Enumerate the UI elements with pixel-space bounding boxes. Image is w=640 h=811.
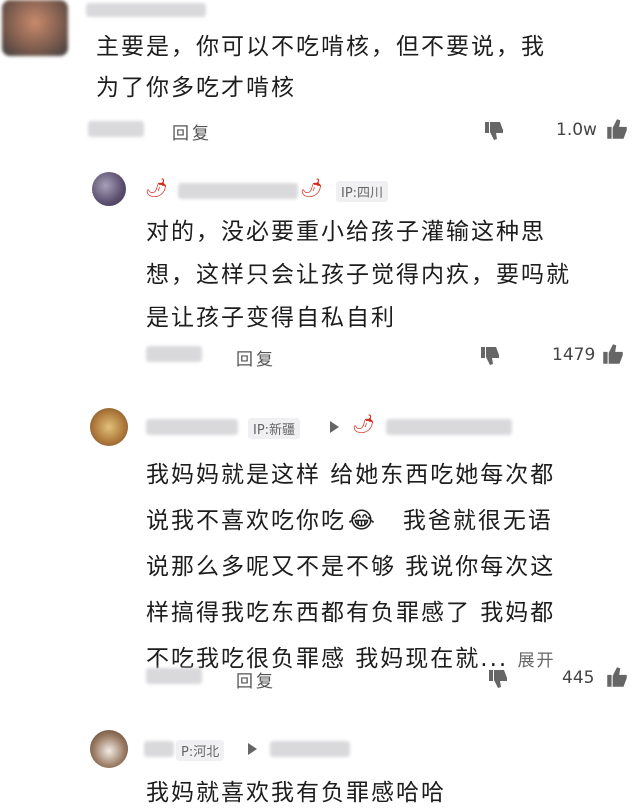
comment-segment: 我爸就很无语 xyxy=(402,508,553,534)
comment-line: 样搞得我吃东西都有负罪感了 我妈都 xyxy=(146,600,556,626)
chili-badge-icon: 🌶 xyxy=(352,414,375,435)
reply-arrow-icon xyxy=(330,421,339,433)
username-blurred[interactable] xyxy=(270,741,350,757)
reply-button[interactable]: 回复 xyxy=(236,667,276,692)
comment-text: 对的，没必要重小给孩子灌输这种思 想，这样只会让孩子觉得内疚，要吗就 是让孩子变… xyxy=(146,215,571,336)
username-blurred[interactable] xyxy=(178,183,298,199)
like-icon[interactable] xyxy=(604,116,630,142)
like-count: 1.0w xyxy=(556,120,597,140)
comment-line: 为了你多吃才啃核 xyxy=(96,75,296,101)
username-blurred[interactable] xyxy=(386,419,512,435)
timestamp-blurred xyxy=(88,121,144,137)
dislike-icon[interactable] xyxy=(478,343,502,367)
username-blurred[interactable] xyxy=(86,3,206,17)
like-count: 1479 xyxy=(552,345,596,365)
ip-location-badge: P:河北 xyxy=(176,740,225,761)
avatar[interactable] xyxy=(92,172,126,206)
username-blurred[interactable] xyxy=(146,419,238,435)
dislike-icon[interactable] xyxy=(486,666,510,690)
dislike-icon[interactable] xyxy=(482,118,506,142)
chili-badge-icon: 🌶 xyxy=(300,178,323,199)
avatar[interactable] xyxy=(90,408,128,446)
reply-button[interactable]: 回复 xyxy=(236,345,276,370)
comment-line: 我妈妈就是这样 给她东西吃她每次都 xyxy=(146,462,556,488)
comment-line: 想，这样只会让孩子觉得内疚，要吗就 xyxy=(146,262,571,288)
comment-text: 主要是，你可以不吃啃核，但不要说，我 为了你多吃才啃核 xyxy=(96,30,546,106)
chili-badge-icon: 🌶 xyxy=(145,178,168,199)
like-icon[interactable] xyxy=(600,341,626,367)
ip-location-badge: IP:四川 xyxy=(336,181,389,202)
username-blurred[interactable] xyxy=(144,741,174,757)
expand-link[interactable]: 展开 xyxy=(518,651,556,671)
ip-location-badge: IP:新疆 xyxy=(248,418,301,439)
avatar[interactable] xyxy=(2,0,68,56)
comment-line: 是让孩子变得自私自利 xyxy=(146,305,396,331)
avatar[interactable] xyxy=(90,730,128,768)
comment-line: 主要是，你可以不吃啃核，但不要说，我 xyxy=(96,34,546,60)
comment-line: 说我不喜欢吃你吃😂 我爸就很无语 xyxy=(146,498,556,544)
comment-line: 说那么多呢又不是不够 我说你每次这 xyxy=(146,554,556,580)
reply-arrow-icon xyxy=(248,743,257,755)
comment-text: 我妈妈就是这样 给她东西吃她每次都 说我不喜欢吃你吃😂 我爸就很无语 说那么多呢又… xyxy=(146,452,556,684)
comment-text: 我妈就喜欢我有负罪感哈哈 xyxy=(146,776,446,811)
comment-line: 我妈就喜欢我有负罪感哈哈 xyxy=(146,780,446,806)
timestamp-blurred xyxy=(146,346,202,362)
like-count: 445 xyxy=(562,668,595,688)
comment-segment: 说我不喜欢吃你吃 xyxy=(146,508,346,534)
timestamp-blurred xyxy=(146,668,202,684)
laughing-crying-emoji: 😂 xyxy=(348,508,377,534)
reply-button[interactable]: 回复 xyxy=(172,119,212,144)
like-icon[interactable] xyxy=(604,664,630,690)
comment-line: 对的，没必要重小给孩子灌输这种思 xyxy=(146,219,546,245)
